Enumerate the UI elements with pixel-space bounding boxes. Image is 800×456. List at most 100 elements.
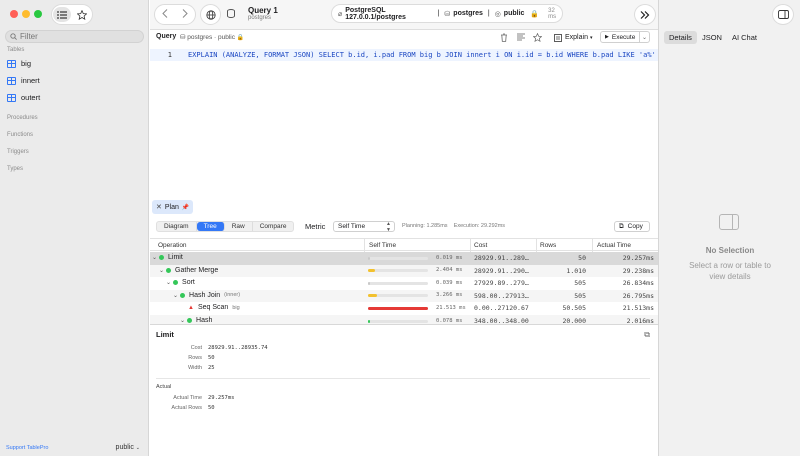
sidebar-table-outert[interactable]: outert [7,93,40,102]
chevron-down-icon[interactable]: ⌄ [159,267,164,274]
schema-icon: ◎ [494,10,501,18]
chevron-down-icon[interactable]: ⌄ [152,254,157,261]
execute-main[interactable]: ▶ Execute [601,34,639,41]
pill-separator: | [487,10,490,17]
expand-toolbar-button[interactable] [634,4,656,25]
minimize-window-button[interactable] [22,10,30,18]
toolbar: Query 1 postgres ⌀ PostgreSQL 127.0.0.1/… [150,0,658,30]
section-types[interactable]: Types [7,166,23,172]
col-operation[interactable]: Operation [158,242,187,249]
sidebar-table-innert[interactable]: innert [7,76,40,85]
operation-detail: big [232,304,240,311]
toggle-inspector-button[interactable] [772,4,794,25]
sql-code[interactable]: EXPLAIN (ANALYZE, FORMAT JSON) SELECT b.… [188,51,656,59]
sql-editor[interactable]: 1 EXPLAIN (ANALYZE, FORMAT JSON) SELECT … [150,47,658,197]
filter-input[interactable] [20,32,130,41]
view-tree[interactable]: Tree [196,222,225,231]
view-diagram[interactable]: Diagram [157,222,197,231]
plan-row[interactable]: ⌄ Gather Merge 2.404 ms 28929.91..290… 1.010… [150,264,658,278]
schema-selector[interactable]: public ⌄ [116,444,140,451]
tab-details[interactable]: Details [664,31,697,44]
connection-switcher-button[interactable] [200,4,221,25]
col-self-time[interactable]: Self Time [369,242,396,249]
plan-row[interactable]: ⌄ Sort 0.039 ms 27929.89..279… 505 26.834ms [150,277,658,290]
sidebar-item-label: outert [21,93,41,102]
self-time-value: 2.404 ms [436,267,463,274]
query-schema-path: ⛁ postgres · public 🔒 [180,33,244,41]
support-link[interactable]: Support TablePro [6,445,48,451]
inspector-panel: Details JSON AI Chat No Selection Select… [658,0,800,456]
search-icon [10,33,17,40]
sidebar-right-icon [777,10,789,19]
self-time-value: 0.039 ms [436,279,463,286]
plan-row[interactable]: ▲ Seq Scan big 21.513 ms 0.00..27120.67 50.50… [150,302,658,315]
list-view-button[interactable] [53,7,71,22]
execute-button[interactable]: ▶ Execute ⌄ [600,31,650,43]
sidebar-filter[interactable] [5,30,144,43]
format-query-button[interactable] [516,32,526,42]
operation-name: Hash [196,317,213,324]
operation-name: Sort [182,279,195,287]
section-triggers[interactable]: Triggers [7,149,29,155]
chevron-left-icon [162,8,168,18]
explain-button[interactable]: Explain ▾ [554,32,592,43]
col-actual-time[interactable]: Actual Time [597,242,631,249]
section-procedures[interactable]: Procedures [7,115,38,121]
zoom-window-button[interactable] [34,10,42,18]
copy-detail-button[interactable]: ⧉ [644,330,650,340]
close-window-button[interactable] [10,10,18,18]
plan-operation: ⌄ Sort [166,279,195,286]
connection-status-pill[interactable]: ⌀ PostgreSQL 127.0.0.1/postgres | ⛁ post… [331,4,563,23]
plan-result-tab[interactable]: ✕ Plan 📌 [152,200,194,214]
view-raw[interactable]: Raw [225,222,253,231]
plan-timings: Planning: 1.285ms Execution: 29.292ms [402,223,505,229]
close-icon[interactable]: ✕ [156,203,162,211]
cost-value: 348.00..348.00 [474,317,529,324]
back-button[interactable] [162,8,168,21]
trash-icon [501,33,507,42]
explain-label: Explain [565,34,588,41]
rows-value: 505 [574,279,586,288]
copy-plan-button[interactable]: ⧉ Copy [614,221,650,232]
chevron-down-icon[interactable]: ⌄ [173,292,178,299]
editor-line[interactable]: 1 EXPLAIN (ANALYZE, FORMAT JSON) SELECT … [150,49,658,61]
self-time-value: 3.266 ms [436,292,463,299]
pill-separator: | [437,10,440,17]
chevron-down-icon[interactable]: ⌄ [180,317,185,324]
plan-row[interactable]: ⌄ Hash Join (inner) 3.266 ms 598.00..27913… 5… [150,289,658,303]
copy-icon: ⧉ [644,330,650,339]
sidebar-table-big[interactable]: big [7,59,31,68]
execute-options-button[interactable]: ⌄ [639,32,649,42]
plan-operation: ⌄ Gather Merge [159,267,218,274]
metric-select[interactable]: Self Time ▲ ▼ [333,221,395,233]
col-rows[interactable]: Rows [540,242,556,249]
section-functions[interactable]: Functions [7,132,33,138]
favorites-button[interactable] [73,7,91,22]
detail-value-cost: 28929.91..28935.74 [208,345,268,351]
detail-section-actual: Actual [156,384,172,390]
forward-button[interactable] [182,8,188,21]
view-compare[interactable]: Compare [253,222,294,231]
plan-tab-label: Plan [164,203,179,211]
tab-json[interactable]: JSON [697,31,727,44]
self-time-bar [368,319,428,323]
pin-icon[interactable]: 📌 [182,204,189,211]
plan-row[interactable]: ⌄ Hash 0.078 ms 348.00..348.00 20.000 2.016ms [150,315,658,324]
tab-ai-chat[interactable]: AI Chat [727,31,762,44]
cost-value: 27929.89..279… [474,279,529,288]
clear-query-button[interactable] [499,32,509,42]
chevron-down-icon[interactable]: ⌄ [166,279,171,286]
query-toolbar: Query ⛁ postgres · public 🔒 Explain ▾ ▶ … [150,30,658,46]
detail-label-actual-rows: Actual Rows [171,405,202,411]
detail-label-width: Width [187,365,202,371]
actual-time-value: 29.257ms [622,254,654,262]
plan-row[interactable]: ⌄ Limit 0.019 ms 28929.91..289… 50 29.257ms [150,252,658,265]
detail-divider [156,378,650,379]
query-subtitle: postgres [248,15,272,21]
detail-value-rows: 50 [208,355,215,361]
col-cost[interactable]: Cost [474,242,487,249]
plan-operation: ⌄ Hash [180,317,212,324]
rows-value: 505 [574,291,586,300]
metric-value: Self Time [338,223,366,230]
favorite-query-button[interactable] [532,32,542,42]
